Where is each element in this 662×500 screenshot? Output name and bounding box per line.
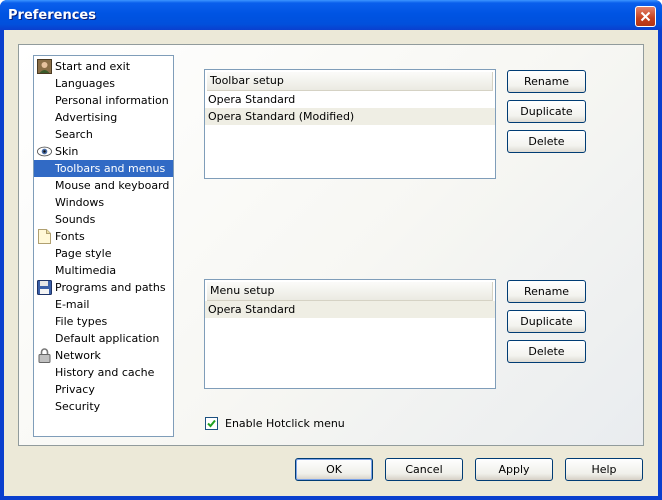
sidebar-item[interactable]: Sounds	[34, 211, 173, 228]
sidebar-item[interactable]: Advertising	[34, 109, 173, 126]
list-item[interactable]: Opera Standard	[205, 91, 495, 108]
cancel-button[interactable]: Cancel	[385, 458, 463, 481]
eye-icon	[37, 144, 52, 159]
sidebar-item-label: E-mail	[55, 298, 90, 311]
title-bar[interactable]: Preferences	[0, 0, 662, 30]
sidebar-item-label: Fonts	[55, 230, 85, 243]
sidebar-item[interactable]: E-mail	[34, 296, 173, 313]
preferences-window: Preferences Start and exit Languages Perso…	[0, 0, 662, 500]
apply-button[interactable]: Apply	[475, 458, 553, 481]
sidebar-item[interactable]: Security	[34, 398, 173, 415]
close-icon	[640, 11, 651, 22]
sidebar-item-label: Languages	[55, 77, 116, 90]
category-list[interactable]: Start and exit Languages Personal informat…	[33, 55, 174, 437]
sidebar-item-label: Search	[55, 128, 93, 141]
sidebar-item[interactable]: Privacy	[34, 381, 173, 398]
toolbar-setup-header: Toolbar setup	[207, 72, 493, 91]
sidebar-item-label: Start and exit	[55, 60, 131, 73]
hotclick-checkbox[interactable]	[205, 417, 218, 430]
sidebar-item-label: Network	[55, 349, 101, 362]
menu-setup-header: Menu setup	[207, 282, 493, 301]
sidebar-item[interactable]: Personal information	[34, 92, 173, 109]
sidebar-item[interactable]: Multimedia	[34, 262, 173, 279]
sidebar-item-label: Page style	[55, 247, 112, 260]
sidebar-item-label: Mouse and keyboard	[55, 179, 170, 192]
sidebar-item[interactable]: Default application	[34, 330, 173, 347]
sidebar-item[interactable]: Page style	[34, 245, 173, 262]
floppy-icon	[37, 280, 52, 295]
sidebar-item-label: Security	[55, 400, 101, 413]
sidebar-item-label: Sounds	[55, 213, 96, 226]
sidebar-item[interactable]: Languages	[34, 75, 173, 92]
toolbar-rename-button[interactable]: Rename	[507, 70, 586, 93]
sidebar-item[interactable]: Mouse and keyboard	[34, 177, 173, 194]
help-button[interactable]: Help	[565, 458, 643, 481]
menu-delete-button[interactable]: Delete	[507, 340, 586, 363]
sidebar-item-label: Toolbars and menus	[55, 162, 166, 175]
menu-duplicate-button[interactable]: Duplicate	[507, 310, 586, 333]
sidebar-item[interactable]: Programs and paths	[34, 279, 173, 296]
sidebar-item[interactable]: History and cache	[34, 364, 173, 381]
settings-panel: Start and exit Languages Personal informat…	[18, 44, 644, 446]
sidebar-item[interactable]: Skin	[34, 143, 173, 160]
sidebar-item-label: Personal information	[55, 94, 169, 107]
menu-rename-button[interactable]: Rename	[507, 280, 586, 303]
sidebar-item[interactable]: Fonts	[34, 228, 173, 245]
sidebar-item[interactable]: Start and exit	[34, 58, 173, 75]
close-button[interactable]	[635, 6, 656, 27]
hotclick-label[interactable]: Enable Hotclick menu	[225, 417, 345, 430]
sidebar-item-label: Windows	[55, 196, 105, 209]
sidebar-item-label: Privacy	[55, 383, 95, 396]
list-item[interactable]: Opera Standard	[205, 301, 495, 318]
lock-icon	[37, 348, 52, 363]
list-item[interactable]: Opera Standard (Modified)	[205, 108, 495, 125]
dialog-body: Start and exit Languages Personal informat…	[4, 30, 658, 496]
sidebar-item-label: Skin	[55, 145, 79, 158]
sidebar-item[interactable]: Network	[34, 347, 173, 364]
person-icon	[37, 59, 52, 74]
toolbar-setup-list[interactable]: Toolbar setup Opera Standard Opera Stand…	[204, 69, 496, 179]
menu-setup-list[interactable]: Menu setup Opera Standard	[204, 279, 496, 389]
checkmark-icon	[207, 419, 216, 428]
sidebar-item[interactable]: Toolbars and menus	[34, 160, 173, 177]
sidebar-item[interactable]: File types	[34, 313, 173, 330]
window-title: Preferences	[8, 8, 96, 23]
sidebar-item-label: Multimedia	[55, 264, 117, 277]
sidebar-item[interactable]: Search	[34, 126, 173, 143]
sidebar-item-label: Advertising	[55, 111, 118, 124]
sidebar-item-label: Default application	[55, 332, 160, 345]
sidebar-item-label: File types	[55, 315, 108, 328]
sidebar-item-label: History and cache	[55, 366, 155, 379]
toolbar-duplicate-button[interactable]: Duplicate	[507, 100, 586, 123]
ok-button[interactable]: OK	[295, 458, 373, 481]
sidebar-item[interactable]: Windows	[34, 194, 173, 211]
toolbar-delete-button[interactable]: Delete	[507, 130, 586, 153]
sidebar-item-label: Programs and paths	[55, 281, 166, 294]
page-icon	[37, 229, 52, 244]
